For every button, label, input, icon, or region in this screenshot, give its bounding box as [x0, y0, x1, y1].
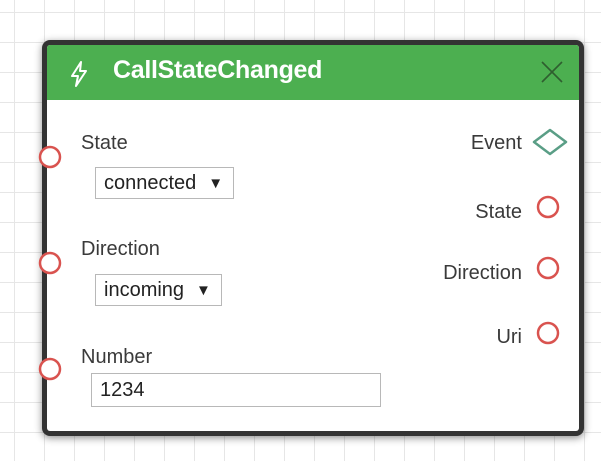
output-label-event: Event	[470, 132, 522, 154]
direction-select-value: incoming	[104, 278, 185, 301]
output-label-uri: Uri	[496, 326, 522, 348]
input-label-direction: Direction	[81, 238, 160, 260]
direction-select[interactable]: incoming ▼	[95, 274, 222, 306]
output-port-uri[interactable]	[536, 321, 560, 345]
input-port-direction[interactable]	[38, 251, 62, 275]
node-header[interactable]: CallStateChanged	[47, 45, 579, 100]
output-port-event[interactable]	[532, 128, 568, 156]
input-port-state[interactable]	[38, 145, 62, 169]
input-port-number[interactable]	[38, 357, 62, 381]
node-title: CallStateChanged	[113, 56, 323, 84]
state-select[interactable]: connected ▼	[95, 167, 235, 199]
node-body: CallStateChanged State connected ▼ Direc…	[47, 45, 579, 431]
state-select-value: connected	[104, 171, 197, 194]
number-field[interactable]: 1234	[91, 373, 381, 407]
output-label-state: State	[475, 201, 522, 223]
number-field-value: 1234	[100, 378, 145, 401]
dropdown-arrow-icon: ▼	[208, 174, 224, 192]
close-icon[interactable]	[539, 59, 565, 85]
dropdown-arrow-icon: ▼	[196, 281, 211, 299]
input-label-number: Number	[81, 346, 153, 368]
output-label-direction: Direction	[443, 262, 522, 284]
event-node[interactable]: CallStateChanged State connected ▼ Direc…	[42, 40, 584, 436]
output-port-direction[interactable]	[536, 256, 560, 280]
lightning-bolt-icon	[71, 61, 87, 87]
output-port-state[interactable]	[536, 195, 560, 219]
input-label-state: State	[81, 132, 128, 154]
